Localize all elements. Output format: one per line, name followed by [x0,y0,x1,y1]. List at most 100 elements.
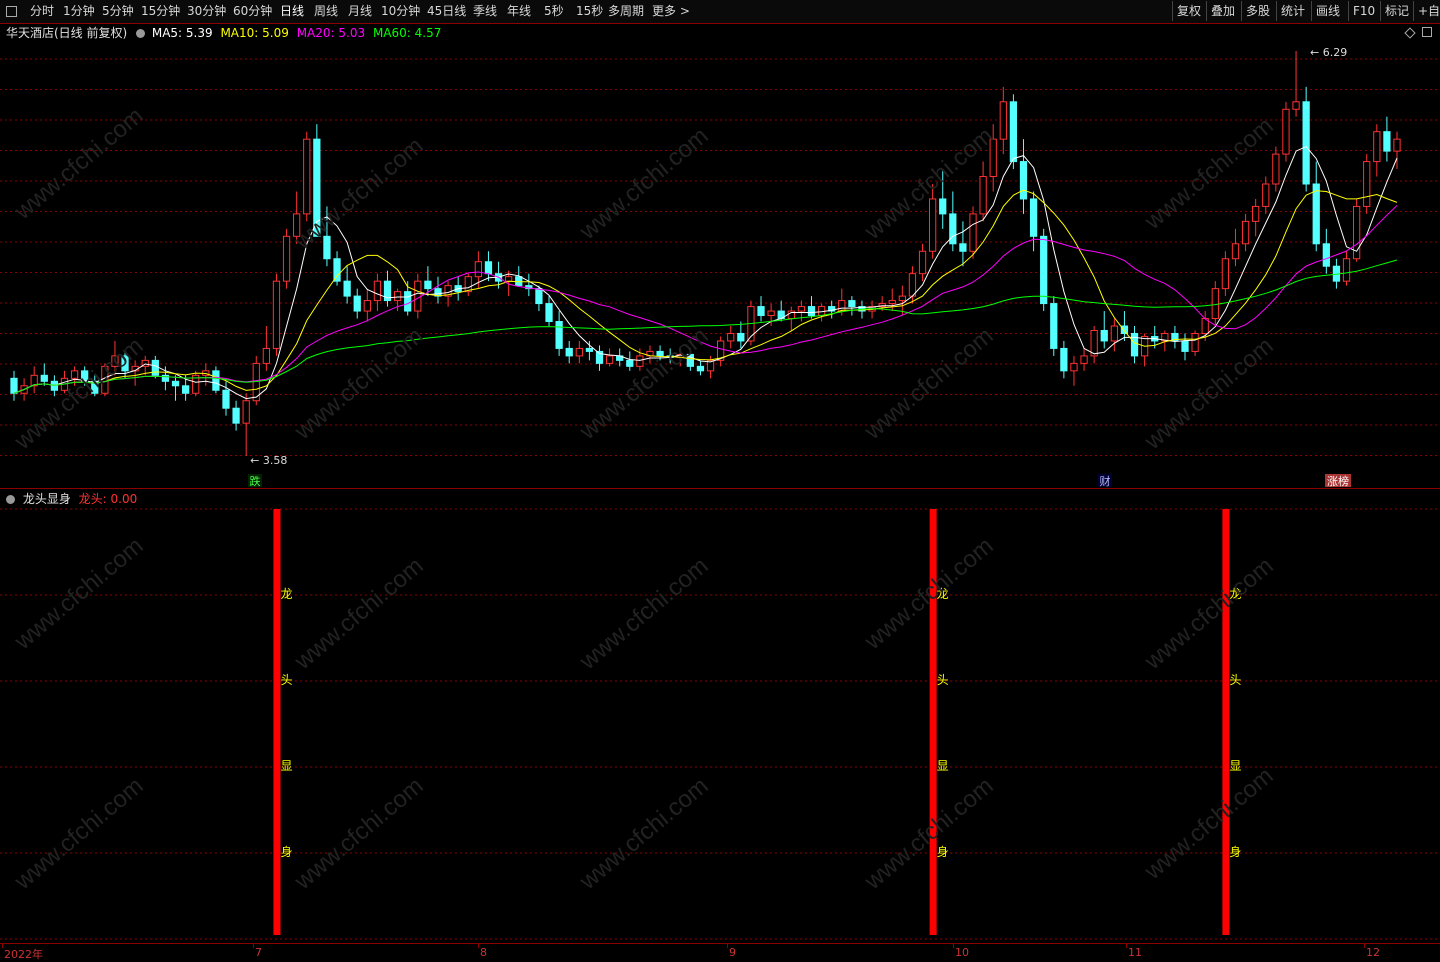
candle [353,288,361,319]
candle [272,273,281,356]
signal-bar [1222,509,1230,935]
toolbar-button[interactable]: 画线 [1311,1,1344,21]
candle [888,288,896,312]
candle [717,336,725,367]
indicator-chart[interactable]: 龙头显身龙头显身龙头显身 [0,489,1440,943]
candle [626,351,634,371]
signal-bar [273,509,281,935]
candle [1040,228,1048,312]
toolbar-button[interactable]: 标记 [1380,1,1413,21]
candle [383,270,392,307]
axis-tick [253,944,254,948]
candle [1342,251,1351,286]
candle [171,375,180,401]
period-toolbar: 分时 1分钟 5分钟 15分钟 30分钟 60分钟 日线 周线 月线 10分钟 45日线 季线 年线 5秒… [0,0,1440,24]
period-tab[interactable]: 10分钟 [381,3,420,19]
period-tab[interactable]: 多周期 [608,3,644,19]
toolbar-button[interactable]: 复权 [1172,1,1205,21]
period-tab[interactable]: 月线 [348,3,372,19]
period-tab[interactable]: 5分钟 [102,3,134,19]
candle [434,276,442,304]
period-tab[interactable]: 60分钟 [233,3,272,19]
candle [949,191,957,252]
candle [1292,50,1300,117]
date-label: 11 [1128,946,1142,959]
candle [817,303,826,322]
candle [1302,86,1310,192]
toolbar-button[interactable]: 叠加 [1206,1,1239,21]
signal-char: 龙 [280,587,292,601]
candle [282,228,291,289]
period-tab[interactable]: 30分钟 [187,3,226,19]
period-tab[interactable]: 1分钟 [63,3,95,19]
candle [1191,330,1199,356]
date-label: 9 [729,946,736,959]
candle [848,296,856,316]
candle [1100,311,1108,349]
period-tab[interactable]: 更多 > [652,3,690,19]
signal-char: 身 [1229,844,1241,859]
min-price-label: ← 3.58 [250,454,287,467]
candle [605,348,614,367]
candle [242,393,250,457]
candle [30,366,38,394]
ma20-line [13,205,1398,394]
period-tab[interactable]: 5秒 [544,3,564,19]
candle [969,206,977,259]
period-tab[interactable]: 45日线 [427,3,466,19]
candle [414,273,422,319]
candle [1211,281,1219,326]
period-tab[interactable]: 分时 [30,3,54,19]
period-tab[interactable]: 周线 [314,3,338,19]
max-price-label: ← 6.29 [1310,46,1347,59]
period-tab[interactable]: 年线 [507,3,531,19]
candle [1070,355,1078,386]
axis-tick [478,944,479,948]
period-tab[interactable]: 季线 [473,3,497,19]
candle [807,296,816,319]
candle [1272,146,1280,192]
axis-tick [1126,944,1127,948]
signal-char: 显 [280,759,292,773]
candle [262,326,271,371]
candle [595,345,604,371]
toolbar-button[interactable]: F10 [1348,1,1379,21]
candle [10,370,18,401]
candle [303,131,311,222]
period-tab[interactable]: 15秒 [576,3,603,19]
candle [1282,101,1290,162]
toolbar-button[interactable]: +自 [1413,1,1440,21]
candle [757,296,765,322]
candle [40,363,48,386]
date-label: 10 [955,946,969,959]
toolbar-button[interactable]: 多股 [1241,1,1274,21]
indicator-panel: 龙头显身 龙头: 0.00 龙头显身龙头显身龙头显身 [0,489,1440,943]
signal-char: 头 [1229,673,1241,687]
candle [1373,124,1381,177]
candle [343,266,351,304]
window-icon[interactable] [6,6,17,17]
candle [232,400,240,431]
period-tab[interactable]: 日线 [280,3,304,19]
candle [585,340,594,361]
signal-char: 显 [937,759,949,773]
candle [1181,333,1189,361]
axis-tick [2,944,3,948]
candle [1080,348,1088,371]
candle [1241,213,1250,252]
candle [555,311,563,356]
candlestick-chart[interactable]: ← 6.29 ← 3.58 跌 财 涨榜 [0,24,1440,488]
candle [1322,228,1330,274]
period-tab[interactable]: 15分钟 [141,3,180,19]
main-chart-panel: 华天酒店(日线 前复权) MA5: 5.39 MA10: 5.09 MA20: … [0,23,1440,489]
candle [545,296,553,326]
candle [1221,251,1230,297]
candle [1231,228,1240,267]
candle [1130,326,1139,364]
candle [1090,326,1098,364]
candle [565,340,573,364]
toolbar-button[interactable]: 统计 [1276,1,1309,21]
candle [484,251,493,282]
candle [464,273,472,297]
candle [1120,311,1129,341]
